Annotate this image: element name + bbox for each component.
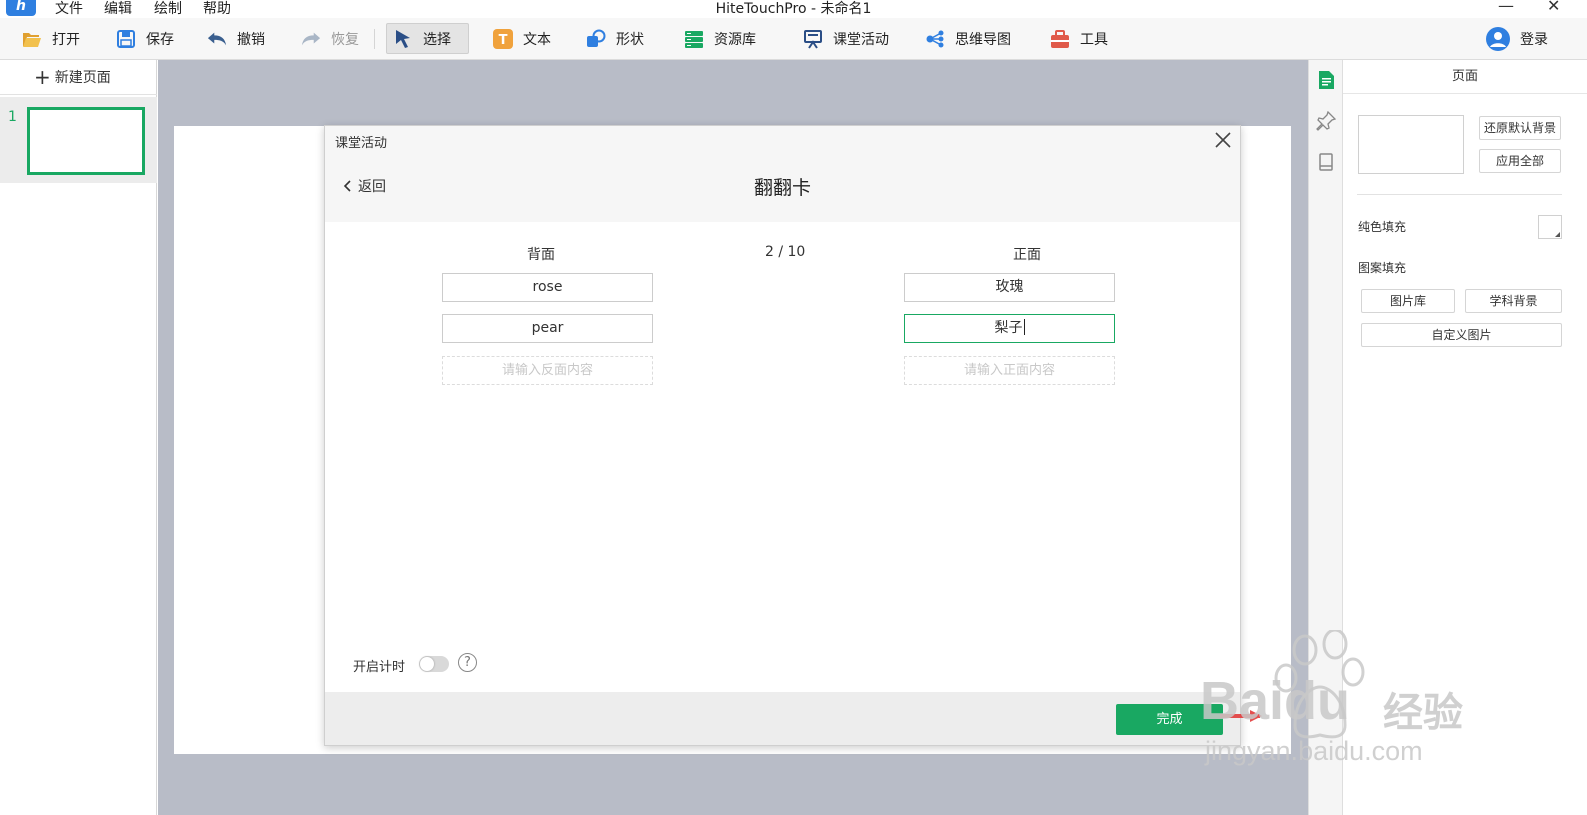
page-thumbnail[interactable] [27, 107, 145, 175]
notebook-icon [1319, 153, 1333, 171]
shape-button[interactable]: 形状 [580, 23, 650, 54]
watermark-brand-suffix: 经验 [1383, 691, 1463, 735]
pin-star-icon [1316, 110, 1337, 131]
animation-tab[interactable] [1316, 110, 1337, 131]
text-caret [1023, 319, 1025, 335]
notes-tab[interactable] [1316, 152, 1336, 172]
new-page-button[interactable]: + 新建页面 [0, 60, 157, 95]
tools-label: 工具 [1080, 31, 1108, 48]
new-page-label: 新建页面 [54, 70, 111, 86]
pages-panel: + 新建页面 1 [0, 60, 157, 815]
toolbar-divider [374, 29, 375, 49]
document-icon [1319, 71, 1334, 89]
watermark-brand: Baidu [1200, 671, 1351, 731]
restore-default-background-button[interactable]: 还原默认背景 [1479, 116, 1561, 140]
watermark-url: jingyan.baidu.com [1205, 736, 1423, 766]
resources-button[interactable]: 资源库 [678, 23, 762, 54]
undo-button[interactable]: 撤销 [201, 23, 271, 54]
front-input-value: 梨子 [994, 320, 1023, 336]
user-avatar-icon [1486, 26, 1510, 51]
dialog-header: 课堂活动 返回 翻翻卡 [325, 126, 1240, 222]
timer-label: 开启计时 [353, 660, 406, 675]
toggle-knob [420, 657, 434, 671]
dialog-title: 翻翻卡 [753, 177, 811, 199]
panel-title: 页面 [1343, 60, 1587, 94]
tools-button[interactable]: 工具 [1044, 23, 1114, 54]
back-input[interactable]: rose [442, 273, 653, 302]
fill-color-picker[interactable] [1538, 215, 1562, 239]
text-button[interactable]: T 文本 [487, 23, 557, 54]
mind-map-label: 思维导图 [955, 31, 1011, 48]
panel-divider [1357, 194, 1562, 195]
background-preview [1358, 115, 1464, 174]
mind-map-icon [925, 29, 945, 49]
card-counter: 2 / 10 [765, 244, 806, 260]
cursor-arrow-icon [393, 29, 413, 49]
presentation-board-icon [803, 29, 823, 49]
solid-fill-label: 纯色填充 [1358, 220, 1407, 234]
front-column-header: 正面 [1013, 247, 1041, 263]
redo-button[interactable]: 恢复 [295, 23, 365, 54]
dialog-close-button[interactable] [1211, 128, 1235, 152]
back-column-header: 背面 [527, 247, 555, 263]
login-button[interactable]: 登录 [1480, 23, 1554, 54]
text-label: 文本 [523, 31, 551, 48]
shape-label: 形状 [616, 31, 644, 48]
shapes-icon [586, 29, 606, 49]
page-thumbnail-row[interactable]: 1 [0, 97, 157, 183]
login-label: 登录 [1520, 31, 1548, 48]
back-input[interactable]: pear [442, 314, 653, 343]
window-title: HiteTouchPro - 未命名1 [715, 1, 872, 17]
front-input[interactable]: 玫瑰 [904, 273, 1115, 302]
text-icon-glyph: T [499, 33, 508, 48]
apply-all-button[interactable]: 应用全部 [1479, 149, 1561, 173]
class-activity-label: 课堂活动 [833, 31, 889, 48]
baidu-watermark: Baidu 经验 jingyan.baidu.com [1190, 628, 1490, 780]
front-input-empty[interactable]: 请输入正面内容 [904, 356, 1115, 385]
image-library-button[interactable]: 图片库 [1361, 289, 1455, 313]
folder-open-icon [22, 29, 42, 49]
subject-background-button[interactable]: 学科背景 [1465, 289, 1562, 313]
back-input-empty[interactable]: 请输入反面内容 [442, 356, 653, 385]
toolbox-icon [1050, 29, 1070, 49]
save-button[interactable]: 保存 [110, 23, 180, 54]
save-label: 保存 [146, 31, 174, 48]
plus-icon: + [34, 65, 51, 89]
resource-library-icon [684, 29, 704, 49]
front-input-focused[interactable]: 梨子 [904, 314, 1115, 343]
flip-card-dialog: 课堂活动 返回 翻翻卡 背面 2 / 10 正面 rose 玫瑰 pear 梨子… [324, 125, 1241, 746]
select-label: 选择 [423, 31, 451, 48]
resources-label: 资源库 [714, 31, 756, 48]
minimize-button[interactable]: — [1498, 0, 1514, 15]
open-label: 打开 [52, 31, 80, 48]
class-activity-button[interactable]: 课堂活动 [797, 23, 895, 54]
page-properties-tab[interactable] [1316, 70, 1336, 90]
open-button[interactable]: 打开 [16, 23, 86, 54]
page-number: 1 [8, 109, 17, 125]
help-icon[interactable]: ? [458, 653, 477, 672]
text-icon: T [493, 28, 513, 49]
dropdown-corner-icon [1555, 232, 1560, 237]
close-icon [1215, 132, 1231, 148]
undo-icon [207, 29, 227, 49]
redo-label: 恢复 [331, 31, 359, 48]
custom-image-button[interactable]: 自定义图片 [1361, 323, 1562, 347]
main-toolbar: 打开 保存 撤销 恢复 选择 T 文本 形状 资源库 课堂活动 思维导图 工具 … [0, 18, 1587, 60]
save-icon [116, 29, 136, 49]
dialog-footer: 完成 [325, 692, 1240, 745]
title-bar: h 文件 编辑 绘制 帮助 HiteTouchPro - 未命名1 — ✕ [0, 0, 1587, 18]
select-button[interactable]: 选择 [386, 23, 469, 54]
undo-label: 撤销 [237, 31, 265, 48]
dialog-caption: 课堂活动 [335, 136, 388, 151]
redo-icon [301, 29, 321, 49]
timer-toggle[interactable] [419, 656, 449, 672]
mind-map-button[interactable]: 思维导图 [919, 23, 1017, 54]
close-window-button[interactable]: ✕ [1547, 0, 1560, 15]
pattern-fill-label: 图案填充 [1358, 261, 1407, 275]
